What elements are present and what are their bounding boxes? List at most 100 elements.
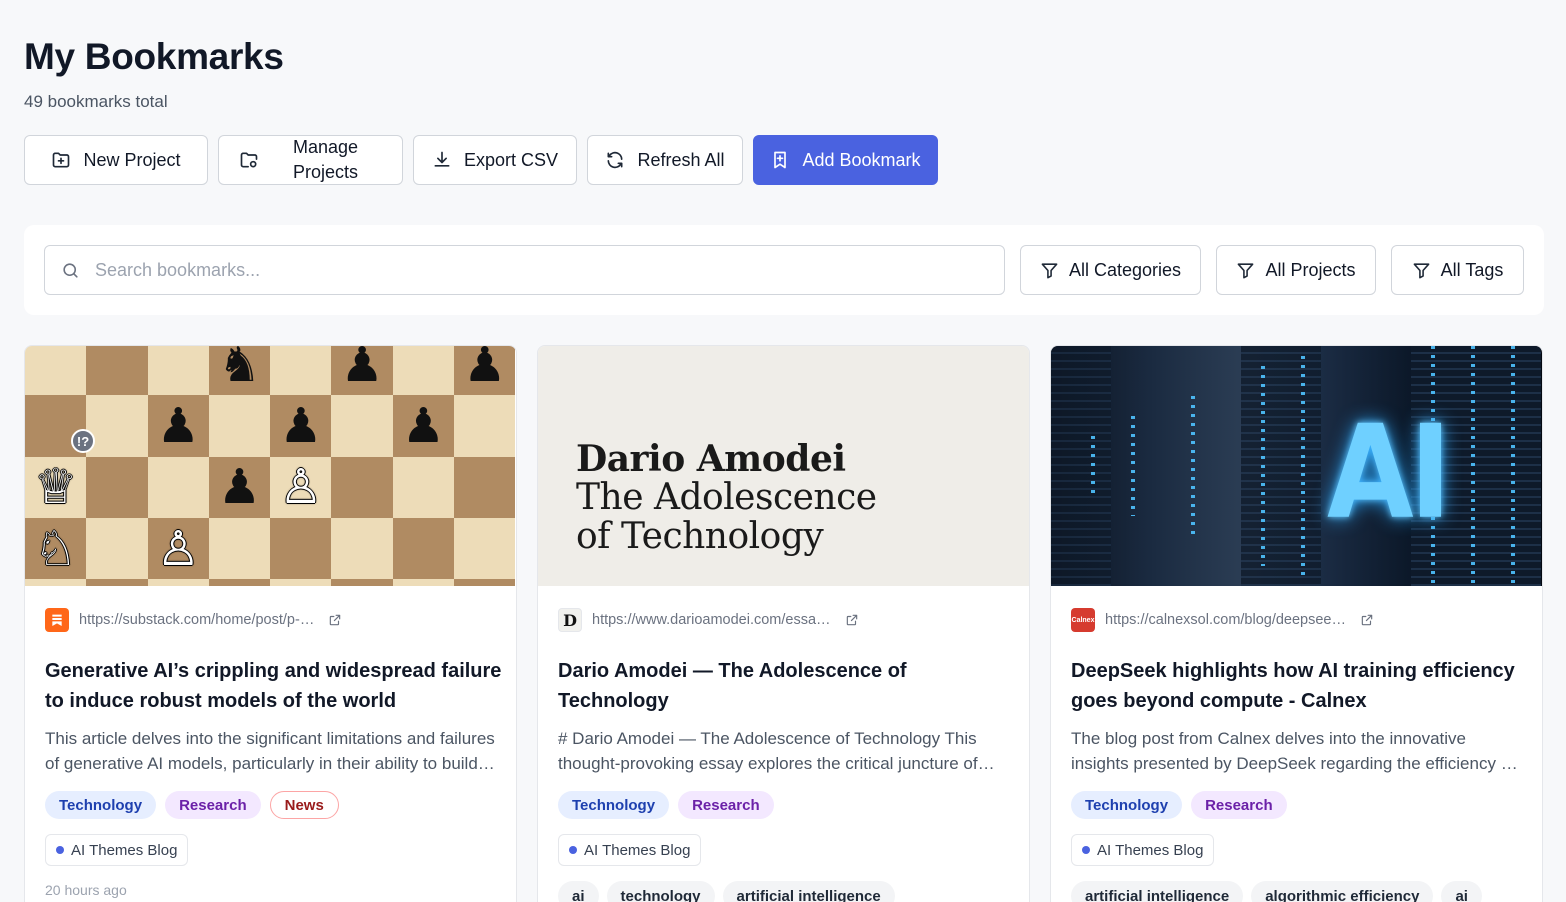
chess-square [86, 456, 148, 518]
chess-square [86, 346, 148, 396]
category-badge[interactable]: Technology [1071, 791, 1183, 819]
chess-square [86, 395, 148, 457]
search-box[interactable] [44, 245, 1005, 295]
project-dot-icon [1082, 846, 1090, 854]
export-csv-label: Export CSV [463, 149, 559, 170]
chess-square [270, 346, 332, 396]
project-label: AI Themes Blog [71, 841, 178, 859]
chess-square [331, 456, 393, 518]
new-project-button[interactable]: New Project [24, 135, 208, 185]
dario-favicon-icon: D [558, 608, 582, 632]
category-badges: Technology Research News [45, 791, 339, 819]
project-chip[interactable]: AI Themes Blog [558, 834, 702, 866]
external-link-icon[interactable] [845, 613, 859, 627]
filter-icon [1413, 262, 1430, 278]
bookmark-card[interactable]: AI Calnex https://calnexsol.com/blog/dee… [1050, 345, 1543, 902]
category-badge[interactable]: Research [678, 791, 774, 819]
bookmark-title[interactable]: DeepSeek highlights how AI training effi… [1071, 656, 1531, 716]
tag-filter[interactable]: All Tags [1391, 245, 1524, 295]
folder-plus-icon [53, 152, 70, 168]
chess-square [147, 346, 209, 396]
project-filter-label: All Projects [1265, 259, 1356, 280]
search-input[interactable] [95, 259, 975, 281]
bookmark-description: This article delves into the significant… [45, 729, 495, 773]
chess-piece: ♘ [34, 520, 78, 577]
calnex-favicon-icon: Calnex [1071, 608, 1095, 632]
chess-piece: ♟ [279, 397, 323, 454]
external-link-icon[interactable] [328, 613, 342, 627]
category-badge[interactable]: Research [1191, 791, 1287, 819]
bookmark-plus-icon [774, 151, 787, 169]
bookmark-url[interactable]: https://www.darioamodei.com/essa… [592, 612, 831, 628]
category-badge[interactable]: Technology [558, 791, 670, 819]
bookmark-url[interactable]: https://substack.com/home/post/p-… [79, 612, 314, 628]
chess-piece: ♟ [218, 459, 262, 516]
bookmark-title[interactable]: Generative AI’s crippling and widespread… [45, 656, 505, 716]
tag-chip[interactable]: ai [558, 881, 599, 902]
project-dot-icon [56, 846, 64, 854]
tag-chip[interactable]: artificial intelligence [1071, 881, 1244, 902]
chess-square: ♕ [25, 456, 87, 518]
category-badges: Technology Research [1071, 791, 1287, 819]
chess-square [454, 395, 516, 457]
project-label: AI Themes Blog [1097, 841, 1204, 859]
page-title: My Bookmarks [24, 36, 284, 77]
bookmark-url-row[interactable]: https://substack.com/home/post/p-… [45, 608, 342, 632]
tag-chip[interactable]: artificial intelligence [722, 881, 895, 902]
chess-square: ♞ [208, 346, 271, 396]
chess-square [147, 579, 209, 586]
chess-square: ♙ [270, 456, 332, 518]
chess-square [208, 395, 271, 457]
bookmark-url-row[interactable]: Calnex https://calnexsol.com/blog/deepse… [1071, 608, 1374, 632]
manage-projects-button[interactable]: Manage Projects [218, 135, 403, 185]
cover-title: The Adolescence of Technology [576, 478, 877, 556]
chess-piece: ♟ [340, 346, 384, 393]
chess-square [270, 517, 332, 580]
chess-board-image: ♞♟♟♟♟♟♕♟♙♘♙♔♙♗ [25, 346, 516, 586]
chess-square [331, 579, 393, 586]
category-filter-label: All Categories [1068, 259, 1182, 280]
chess-square [392, 517, 455, 580]
chess-square [331, 517, 393, 580]
cover-title-line1: The Adolescence [576, 477, 877, 518]
tag-chip[interactable]: technology [606, 881, 715, 902]
category-badge[interactable]: News [269, 791, 339, 819]
category-badge[interactable]: Technology [45, 791, 157, 819]
external-link-icon[interactable] [1360, 613, 1374, 627]
cover-title-line2: of Technology [576, 516, 824, 557]
cover-author: Dario Amodei [576, 438, 846, 480]
essay-cover-image: Dario Amodei The Adolescence of Technolog… [538, 346, 1029, 586]
bookmark-url-row[interactable]: D https://www.darioamodei.com/essa… [558, 608, 859, 632]
chess-piece: ♞ [218, 346, 262, 393]
refresh-all-button[interactable]: Refresh All [587, 135, 743, 185]
project-filter[interactable]: All Projects [1216, 245, 1376, 295]
add-bookmark-button[interactable]: Add Bookmark [753, 135, 938, 185]
tag-chip[interactable]: algorithmic efficiency [1251, 881, 1434, 902]
bookmark-card[interactable]: Dario Amodei The Adolescence of Technolog… [537, 345, 1030, 902]
bookmark-description: # Dario Amodei — The Adolescence of Tech… [558, 729, 978, 773]
chess-piece: ♟ [156, 397, 200, 454]
bookmark-timestamp: 20 hours ago [45, 882, 127, 898]
category-filter[interactable]: All Categories [1020, 245, 1201, 295]
category-badge[interactable]: Research [165, 791, 261, 819]
chess-square: ♟ [147, 395, 209, 457]
bookmark-card[interactable]: ♞♟♟♟♟♟♕♟♙♘♙♔♙♗ !? https://substack.com/h… [24, 345, 517, 902]
bookmark-url[interactable]: https://calnexsol.com/blog/deepsee… [1105, 612, 1346, 628]
chess-square [392, 456, 455, 518]
project-dot-icon [569, 846, 577, 854]
tag-chip[interactable]: ai [1441, 881, 1482, 902]
bookmark-thumbnail: ♞♟♟♟♟♟♕♟♙♘♙♔♙♗ !? [25, 346, 516, 586]
project-label: AI Themes Blog [584, 841, 691, 859]
chess-square [392, 346, 455, 396]
project-chip[interactable]: AI Themes Blog [1071, 834, 1215, 866]
chess-piece: ♕ [34, 459, 78, 516]
download-icon [434, 151, 450, 167]
chess-square: ♟ [208, 456, 271, 518]
export-csv-button[interactable]: Export CSV [413, 135, 577, 185]
server-room-image: AI [1051, 346, 1542, 586]
ai-glow-text: AI [1327, 398, 1451, 548]
project-chip[interactable]: AI Themes Blog [45, 834, 189, 866]
bookmark-thumbnail: Dario Amodei The Adolescence of Technolog… [538, 346, 1029, 586]
bookmark-title[interactable]: Dario Amodei — The Adolescence of Techno… [558, 656, 1018, 716]
tag-list: artificial intelligence algorithmic effi… [1071, 881, 1482, 902]
